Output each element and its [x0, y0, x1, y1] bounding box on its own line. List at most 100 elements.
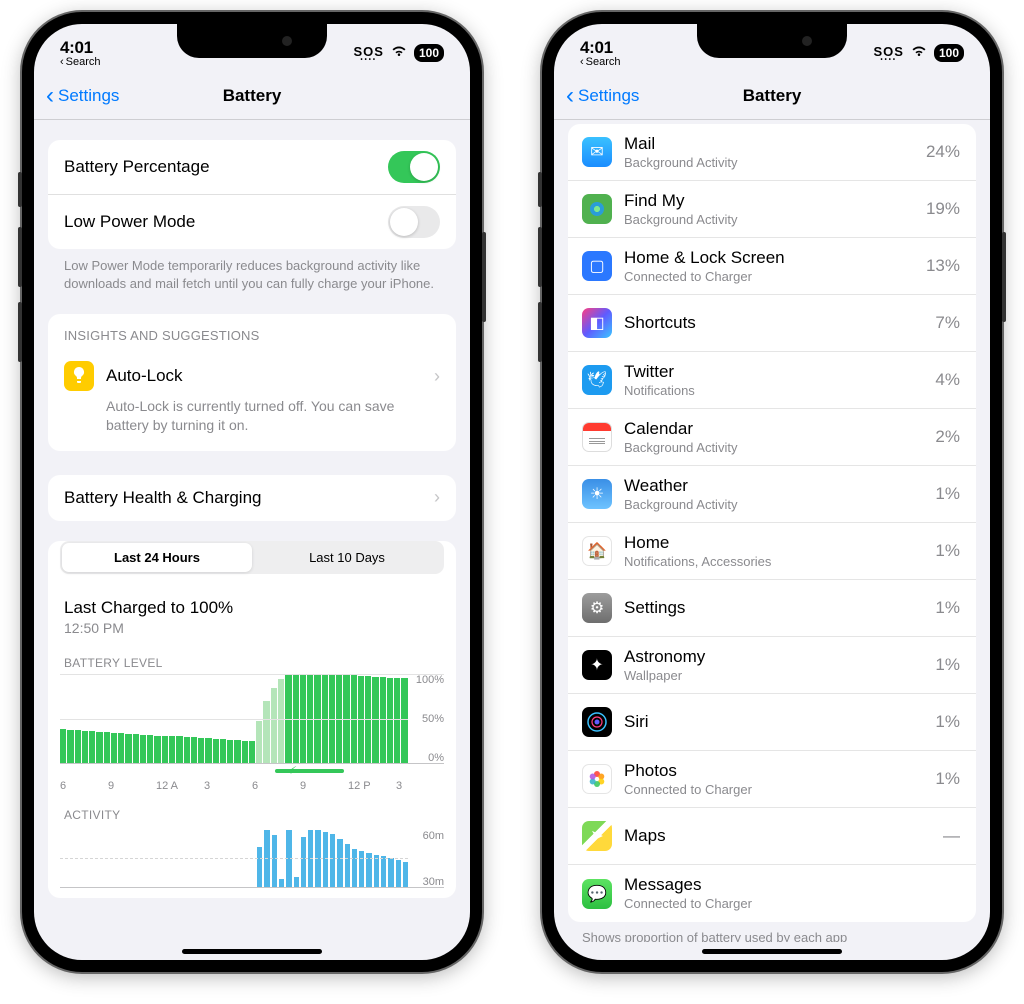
- app-usage-row[interactable]: CalendarBackground Activity2%: [568, 409, 976, 466]
- sos-indicator: SOS: [874, 45, 904, 58]
- activity-bar: [257, 847, 262, 887]
- volume-down-button[interactable]: [18, 302, 22, 362]
- home-indicator[interactable]: [182, 949, 322, 954]
- battery-percentage-label: Battery Percentage: [64, 157, 388, 177]
- app-detail-label: Connected to Charger: [624, 782, 923, 798]
- app-usage-row[interactable]: Find MyBackground Activity19%: [568, 181, 976, 238]
- activity-bar: [337, 839, 342, 887]
- back-to-search-hint[interactable]: ‹ Search: [60, 56, 101, 68]
- x-axis-labels: 6 9 12 A 3 6 9 12 P 3: [48, 774, 456, 792]
- activity-bar: [359, 851, 364, 887]
- mute-switch[interactable]: [18, 172, 22, 207]
- y-axis-50: 50%: [416, 713, 444, 725]
- app-usage-row[interactable]: 🕊TwitterNotifications4%: [568, 352, 976, 409]
- app-name-label: Mail: [624, 134, 914, 154]
- status-time: 4:01: [60, 38, 101, 58]
- app-name-label: Astronomy: [624, 647, 923, 667]
- nav-title: Battery: [223, 86, 282, 106]
- mute-switch[interactable]: [538, 172, 542, 207]
- battery-bar: [184, 737, 190, 763]
- app-usage-row[interactable]: ✦AstronomyWallpaper1%: [568, 637, 976, 694]
- app-usage-row[interactable]: ☀︎WeatherBackground Activity1%: [568, 466, 976, 523]
- app-name-label: Calendar: [624, 419, 923, 439]
- nav-back-label: Settings: [58, 86, 119, 106]
- app-usage-row[interactable]: ✉︎MailBackground Activity24%: [568, 124, 976, 181]
- app-usage-row[interactable]: 💬MessagesConnected to Charger: [568, 865, 976, 922]
- activity-bar: [279, 879, 284, 887]
- battery-pill: 100: [934, 44, 964, 62]
- home-indicator[interactable]: [702, 949, 842, 954]
- x-12p: 12 P: [348, 780, 396, 792]
- battery-bar: [249, 741, 255, 763]
- app-detail-label: Connected to Charger: [624, 269, 914, 285]
- activity-bar: [294, 877, 299, 886]
- nav-back-button[interactable]: ‹ Settings: [566, 82, 639, 110]
- activity-bar: [301, 837, 306, 886]
- nav-title: Battery: [743, 86, 802, 106]
- battery-bar: [125, 734, 131, 763]
- segment-10d[interactable]: Last 10 Days: [252, 543, 442, 572]
- phone-frame-right: 4:01 ‹ Search SOS •••• 100 ‹ Se: [542, 12, 1002, 972]
- battery-bar: [133, 734, 139, 763]
- battery-bar: [169, 736, 175, 762]
- app-usage-row[interactable]: ◧Shortcuts7%: [568, 295, 976, 352]
- battery-bar: [191, 737, 197, 763]
- sos-indicator: SOS: [354, 45, 384, 58]
- app-percentage: 4%: [935, 370, 960, 390]
- app-usage-row[interactable]: Siri1%: [568, 694, 976, 751]
- volume-up-button[interactable]: [538, 227, 542, 287]
- battery-level-label: BATTERY LEVEL: [48, 640, 456, 674]
- wifi-icon: [910, 44, 928, 63]
- side-button[interactable]: [1002, 232, 1006, 322]
- app-detail-label: Connected to Charger: [624, 896, 948, 912]
- volume-up-button[interactable]: [18, 227, 22, 287]
- low-power-mode-row: Low Power Mode: [48, 195, 456, 249]
- battery-bar: [162, 736, 168, 763]
- app-usage-row[interactable]: ➤Maps—: [568, 808, 976, 865]
- app-usage-row[interactable]: ▢Home & Lock ScreenConnected to Charger1…: [568, 238, 976, 295]
- battery-bar: [234, 740, 240, 763]
- app-name-label: Find My: [624, 191, 914, 211]
- app-usage-row[interactable]: PhotosConnected to Charger1%: [568, 751, 976, 808]
- wifi-icon: [390, 44, 408, 63]
- app-percentage: 7%: [935, 313, 960, 333]
- activity-label: ACTIVITY: [48, 792, 456, 826]
- insights-header: INSIGHTS AND SUGGESTIONS: [48, 314, 456, 349]
- app-detail-label: Notifications: [624, 383, 923, 399]
- y-axis-100: 100%: [416, 674, 444, 686]
- volume-down-button[interactable]: [538, 302, 542, 362]
- shortcuts-icon: ◧: [582, 308, 612, 338]
- app-usage-row[interactable]: ⚙︎Settings1%: [568, 580, 976, 637]
- battery-health-row[interactable]: Battery Health & Charging ›: [48, 475, 456, 521]
- app-percentage: —: [943, 826, 960, 846]
- activity-chart: [60, 830, 444, 888]
- battery-bar: [220, 739, 226, 763]
- low-power-footer: Low Power Mode temporarily reduces backg…: [34, 249, 470, 292]
- nav-back-button[interactable]: ‹ Settings: [46, 82, 119, 110]
- last-charged-title: Last Charged to 100%: [64, 598, 440, 618]
- back-hint-label: Search: [586, 56, 621, 68]
- battery-health-label: Battery Health & Charging: [64, 488, 434, 508]
- content-scroll-right[interactable]: ✉︎MailBackground Activity24%Find MyBackg…: [554, 120, 990, 942]
- notch: [177, 24, 327, 58]
- insights-group: INSIGHTS AND SUGGESTIONS Auto-Lock › Aut…: [48, 314, 456, 451]
- auto-lock-row[interactable]: Auto-Lock ›: [48, 349, 456, 395]
- battery-bar: [118, 733, 124, 763]
- back-hint-label: Search: [66, 56, 101, 68]
- segment-24h[interactable]: Last 24 Hours: [62, 543, 252, 572]
- back-to-search-hint[interactable]: ‹ Search: [580, 56, 621, 68]
- app-name-label: Home: [624, 533, 923, 553]
- app-percentage: 19%: [926, 199, 960, 219]
- battery-pill: 100: [414, 44, 444, 62]
- battery-health-group: Battery Health & Charging ›: [48, 475, 456, 521]
- battery-percentage-toggle[interactable]: [388, 151, 440, 183]
- status-time: 4:01: [580, 38, 621, 58]
- app-usage-row[interactable]: 🏠HomeNotifications, Accessories1%: [568, 523, 976, 580]
- activity-bar: [272, 835, 277, 887]
- lightbulb-icon: [64, 361, 94, 391]
- chevron-left-icon: ‹: [580, 56, 584, 68]
- content-scroll[interactable]: Battery Percentage Low Power Mode Low Po…: [34, 120, 470, 942]
- low-power-toggle[interactable]: [388, 206, 440, 238]
- battery-bar: [227, 740, 233, 763]
- side-button[interactable]: [482, 232, 486, 322]
